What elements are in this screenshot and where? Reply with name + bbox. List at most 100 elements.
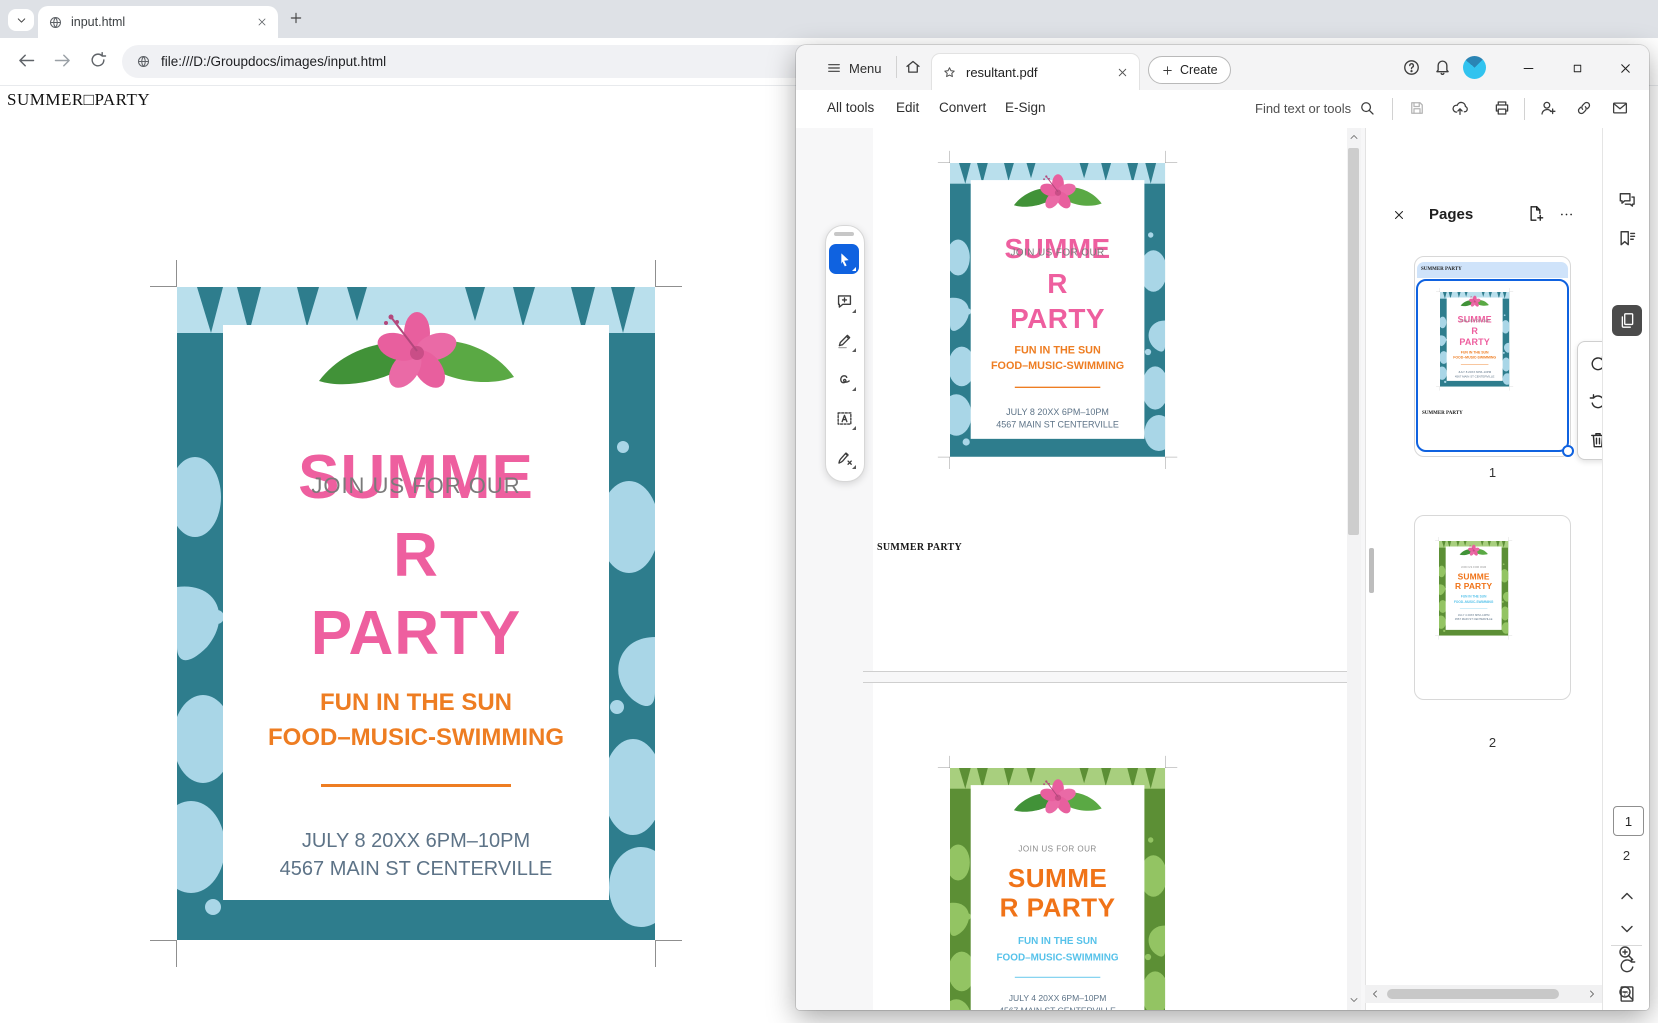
help-icon[interactable] xyxy=(1402,58,1421,77)
close-tab-icon[interactable] xyxy=(256,16,268,28)
scroll-up-icon[interactable] xyxy=(1348,131,1360,143)
scrollbar-thumb[interactable] xyxy=(1348,148,1359,535)
tab-search-button[interactable] xyxy=(8,9,34,31)
search-icon[interactable] xyxy=(1358,99,1376,117)
page-1-label: 1 xyxy=(1414,465,1571,480)
notifications-bell-icon[interactable] xyxy=(1433,57,1452,76)
maximize-icon xyxy=(1571,62,1584,75)
crop-mark xyxy=(1436,387,1440,391)
avatar[interactable] xyxy=(1463,56,1486,79)
bookmarks-panel-icon[interactable] xyxy=(1617,228,1637,248)
maximize-button[interactable] xyxy=(1564,55,1590,81)
panel-horizontal-scrollbar[interactable] xyxy=(1365,985,1602,1003)
flyer-subtitle-2: FOOD–MUSIC-SWIMMING xyxy=(950,952,1165,964)
tab-all-tools[interactable]: All tools xyxy=(827,100,874,115)
panel-scrollbar-thumb[interactable] xyxy=(1369,548,1374,593)
highlight-tool[interactable] xyxy=(829,325,859,355)
crop-mark xyxy=(1508,537,1512,541)
page-2-thumbnail[interactable]: JOIN US FOR OUR SUMME R PARTY FUN IN THE… xyxy=(1414,515,1571,700)
add-comment-tool[interactable] xyxy=(829,286,859,316)
flyer-join-line: JOIN US FOR OUR xyxy=(1439,566,1508,569)
link-icon[interactable] xyxy=(1575,99,1593,117)
acrobat-toolbar: All tools Edit Convert E-Sign Find text … xyxy=(796,90,1649,129)
tab-esign[interactable]: E-Sign xyxy=(1005,100,1046,115)
pages-panel-icon-active[interactable] xyxy=(1612,305,1642,336)
previous-page-icon[interactable] xyxy=(1617,886,1637,906)
scrollbar-thumb[interactable] xyxy=(1387,989,1559,999)
close-icon xyxy=(1618,61,1633,76)
pages-icon xyxy=(1618,311,1637,330)
scroll-left-icon[interactable] xyxy=(1369,988,1381,1000)
close-window-button[interactable] xyxy=(1612,55,1638,81)
flyer-subtitle-2: FOOD–MUSIC-SWIMMING xyxy=(1440,355,1509,359)
flyer-join-line: JOIN US FOR OUR xyxy=(177,473,655,499)
insert-page-icon[interactable] xyxy=(1526,204,1545,223)
create-button[interactable]: Create xyxy=(1148,56,1231,84)
main-vertical-scrollbar[interactable] xyxy=(1347,128,1361,1010)
flyer-address: 4567 MAIN ST CENTERVILLE xyxy=(1440,375,1509,378)
new-tab-button[interactable] xyxy=(288,10,304,26)
crop-mark xyxy=(938,151,950,163)
menu-button[interactable]: Menu xyxy=(826,56,882,80)
page-1-selection-box[interactable]: JOIN US FOR OUR SUMME R PARTY FUN IN THE… xyxy=(1416,279,1569,452)
crop-mark xyxy=(1165,151,1177,163)
hibiscus-flower-graphic xyxy=(1456,293,1493,310)
page-1-thumbnail[interactable]: SUMMER PARTY xyxy=(1414,256,1571,457)
create-label: Create xyxy=(1180,63,1218,77)
draw-tool[interactable] xyxy=(829,364,859,394)
browser-tab-title: input.html xyxy=(71,15,256,29)
comments-panel-icon[interactable] xyxy=(1617,190,1637,210)
flyer-join-line: JOIN US FOR OUR xyxy=(950,844,1165,854)
scroll-down-icon[interactable] xyxy=(1348,994,1360,1006)
next-page-icon[interactable] xyxy=(1617,919,1637,939)
document-tab[interactable]: resultant.pdf xyxy=(931,53,1140,90)
more-options-icon[interactable] xyxy=(1558,206,1575,223)
scribble-icon xyxy=(835,370,854,389)
close-panel-icon[interactable] xyxy=(1392,208,1406,222)
acrobat-window: Menu resultant.pdf Create All tools Edit xyxy=(796,45,1649,1010)
crop-mark xyxy=(1436,288,1440,292)
crop-mark xyxy=(655,940,682,967)
fill-sign-tool[interactable] xyxy=(829,442,859,472)
select-text-tool[interactable] xyxy=(829,403,859,433)
pages-panel-title: Pages xyxy=(1429,206,1473,223)
favorite-star-icon[interactable] xyxy=(942,65,957,80)
right-tools-rail: 1 2 1:1 xyxy=(1602,128,1649,1010)
current-page-input[interactable]: 1 xyxy=(1613,806,1644,836)
close-document-icon[interactable] xyxy=(1116,66,1129,79)
flyer-date: JULY 8 20XX 6PM–10PM xyxy=(950,407,1165,417)
browser-tab[interactable]: input.html xyxy=(38,6,278,38)
save-icon[interactable] xyxy=(1408,99,1426,117)
find-text-label[interactable]: Find text or tools xyxy=(1255,101,1351,116)
comment-plus-icon xyxy=(835,292,854,311)
party-flyer: JOIN US FOR OUR SUMME R PARTY FUN IN THE… xyxy=(950,163,1165,457)
crop-mark xyxy=(1435,537,1439,541)
scroll-right-icon[interactable] xyxy=(1586,988,1598,1000)
select-tool[interactable] xyxy=(829,244,859,274)
drag-handle[interactable] xyxy=(834,232,854,236)
flyer-title: SUMME R PARTY xyxy=(1439,572,1508,591)
reload-button[interactable] xyxy=(88,50,108,70)
flyer-date: JULY 4 20XX 6PM–10PM xyxy=(950,994,1165,1004)
tab-convert[interactable]: Convert xyxy=(939,100,986,115)
flyer-address: 4567 MAIN ST CENTERVILLE xyxy=(177,858,655,881)
pages-panel: Pages SUMMER PARTY xyxy=(1365,128,1602,1010)
cursor-icon xyxy=(835,250,854,269)
home-icon[interactable] xyxy=(904,58,922,76)
minimize-button[interactable] xyxy=(1515,55,1541,81)
selection-resize-handle[interactable] xyxy=(1562,445,1574,457)
print-icon[interactable] xyxy=(1493,99,1511,117)
add-person-icon[interactable] xyxy=(1539,99,1557,117)
flyer-join-line: JOIN US FOR OUR xyxy=(950,247,1165,259)
back-button[interactable] xyxy=(16,50,37,71)
site-info-icon[interactable] xyxy=(136,54,151,69)
crop-mark xyxy=(1165,457,1177,469)
total-pages-label: 2 xyxy=(1603,848,1649,863)
zoom-in-icon[interactable] xyxy=(1616,943,1636,963)
share-upload-icon[interactable] xyxy=(1451,99,1469,117)
tab-edit[interactable]: Edit xyxy=(896,100,919,115)
address-bar[interactable]: file:///D:/Groupdocs/images/input.html xyxy=(122,45,822,78)
email-icon[interactable] xyxy=(1611,99,1629,117)
forward-button[interactable] xyxy=(52,50,73,71)
zoom-out-icon[interactable] xyxy=(1616,983,1636,1003)
